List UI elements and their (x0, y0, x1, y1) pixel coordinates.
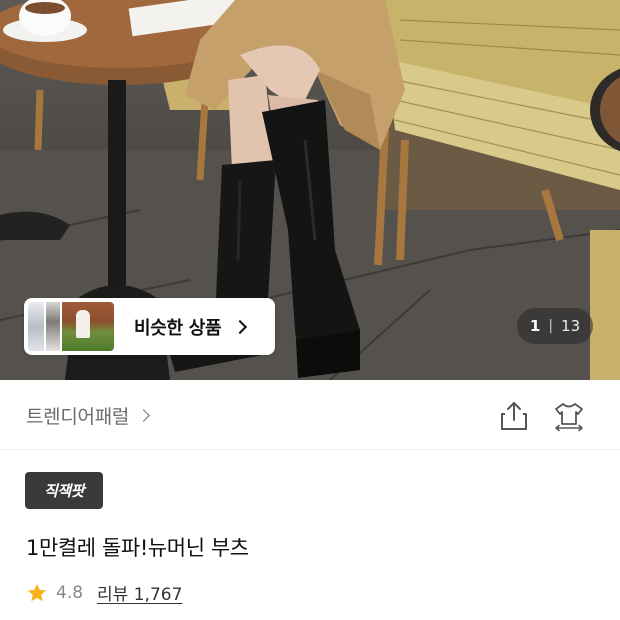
brand-name: 트렌디어패럴 (26, 406, 130, 428)
review-count-link[interactable]: 리뷰 1,767 (97, 580, 182, 605)
promo-badge: 직잭팟 (25, 472, 103, 509)
brand-row: 트렌디어패럴 (0, 380, 620, 450)
image-page-counter: 1 | 13 (517, 308, 593, 344)
product-image-gallery[interactable]: 비슷한 상품 1 | 13 (0, 0, 620, 380)
chevron-right-icon (137, 409, 150, 422)
total-pages: 13 (561, 317, 581, 335)
size-guide-button[interactable] (552, 400, 586, 432)
thumbnail-image (46, 302, 60, 351)
page-separator: | (548, 318, 554, 334)
star-icon (27, 583, 47, 601)
brand-link[interactable]: 트렌디어패럴 (26, 402, 150, 429)
thumbnail-image (28, 302, 44, 351)
similar-products-button[interactable]: 비슷한 상품 (24, 298, 275, 355)
share-button[interactable] (497, 400, 531, 432)
current-page: 1 (529, 317, 541, 335)
rating-row: 4.8 리뷰 1,767 (26, 580, 182, 605)
rating-value: 4.8 (56, 582, 84, 603)
thumbnail-image (62, 302, 114, 351)
product-title: 1만켤레 돌파!뉴머닌 부츠 (26, 536, 249, 560)
share-icon (501, 402, 527, 430)
similar-products-label: 비슷한 상품 (134, 317, 222, 339)
size-guide-icon (555, 403, 583, 432)
chevron-right-icon (233, 319, 248, 334)
similar-products-thumbnails (28, 302, 114, 351)
